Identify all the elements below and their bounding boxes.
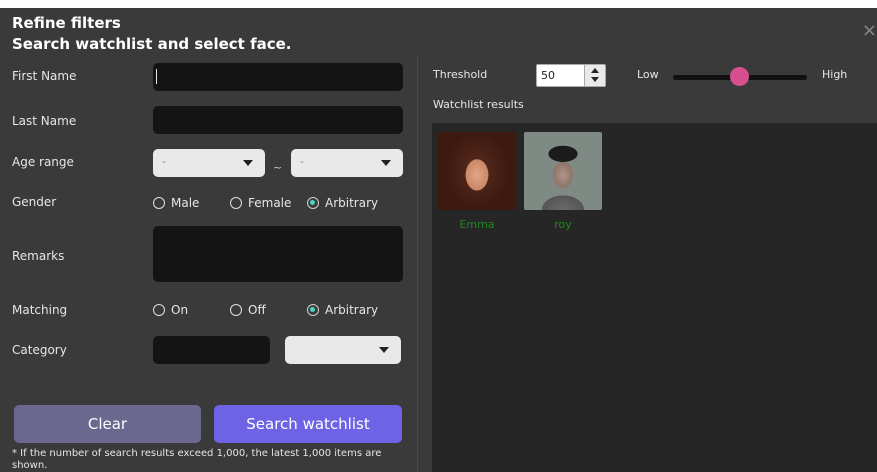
refine-filters-dialog: Refine filters Search watchlist and sele… — [0, 8, 877, 472]
category-label: Category — [12, 343, 67, 357]
chevron-down-icon — [381, 160, 391, 166]
gender-label: Gender — [12, 195, 57, 209]
gender-option-female[interactable]: Female — [230, 196, 291, 210]
result-name: Emma — [459, 218, 495, 231]
face-thumbnail[interactable] — [524, 132, 602, 210]
chevron-down-icon — [379, 347, 389, 353]
threshold-slider-thumb[interactable] — [729, 67, 749, 86]
slider-high-label: High — [822, 68, 848, 81]
category-select[interactable] — [285, 336, 401, 364]
first-name-label: First Name — [12, 69, 77, 83]
remarks-textarea[interactable] — [153, 226, 403, 282]
age-range-separator: ~ — [273, 161, 283, 174]
matching-option-on[interactable]: On — [153, 303, 188, 317]
threshold-spinbox[interactable]: 50 — [536, 64, 606, 87]
age-to-select[interactable]: - — [291, 149, 403, 177]
remarks-label: Remarks — [12, 249, 65, 263]
result-card[interactable]: roy — [524, 132, 602, 231]
result-name: roy — [554, 218, 572, 231]
radio-button[interactable] — [230, 304, 242, 316]
spinner-buttons[interactable] — [584, 65, 605, 86]
increment-icon[interactable] — [591, 68, 599, 73]
search-watchlist-button[interactable]: Search watchlist — [214, 405, 402, 443]
matching-option-off[interactable]: Off — [230, 303, 266, 317]
dialog-title: Refine filters — [12, 14, 121, 32]
gender-option-arbitrary[interactable]: Arbitrary — [307, 196, 378, 210]
threshold-label: Threshold — [433, 68, 488, 81]
results-limit-note: * If the number of search results exceed… — [12, 448, 382, 471]
chevron-down-icon — [243, 160, 253, 166]
clear-button[interactable]: Clear — [14, 405, 201, 443]
matching-label: Matching — [12, 303, 68, 317]
age-range-label: Age range — [12, 155, 74, 169]
last-name-input[interactable] — [153, 106, 403, 134]
radio-button[interactable] — [230, 197, 242, 209]
result-card[interactable]: Emma — [438, 132, 516, 231]
face-thumbnail[interactable] — [438, 132, 516, 210]
radio-button-selected[interactable] — [307, 304, 319, 316]
close-icon[interactable]: × — [862, 20, 877, 41]
slider-low-label: Low — [637, 68, 659, 81]
category-input[interactable] — [153, 336, 270, 364]
radio-button-selected[interactable] — [307, 197, 319, 209]
decrement-icon[interactable] — [591, 77, 599, 82]
matching-option-arbitrary[interactable]: Arbitrary — [307, 303, 378, 317]
radio-button[interactable] — [153, 197, 165, 209]
radio-button[interactable] — [153, 304, 165, 316]
gender-option-male[interactable]: Male — [153, 196, 199, 210]
dialog-subtitle: Search watchlist and select face. — [12, 35, 292, 53]
age-from-select[interactable]: - — [153, 149, 265, 177]
text-caret — [156, 69, 157, 84]
threshold-value: 50 — [541, 69, 555, 82]
panel-divider — [417, 56, 418, 472]
last-name-label: Last Name — [12, 114, 77, 128]
first-name-input[interactable] — [153, 63, 403, 91]
watchlist-results-label: Watchlist results — [433, 98, 524, 111]
